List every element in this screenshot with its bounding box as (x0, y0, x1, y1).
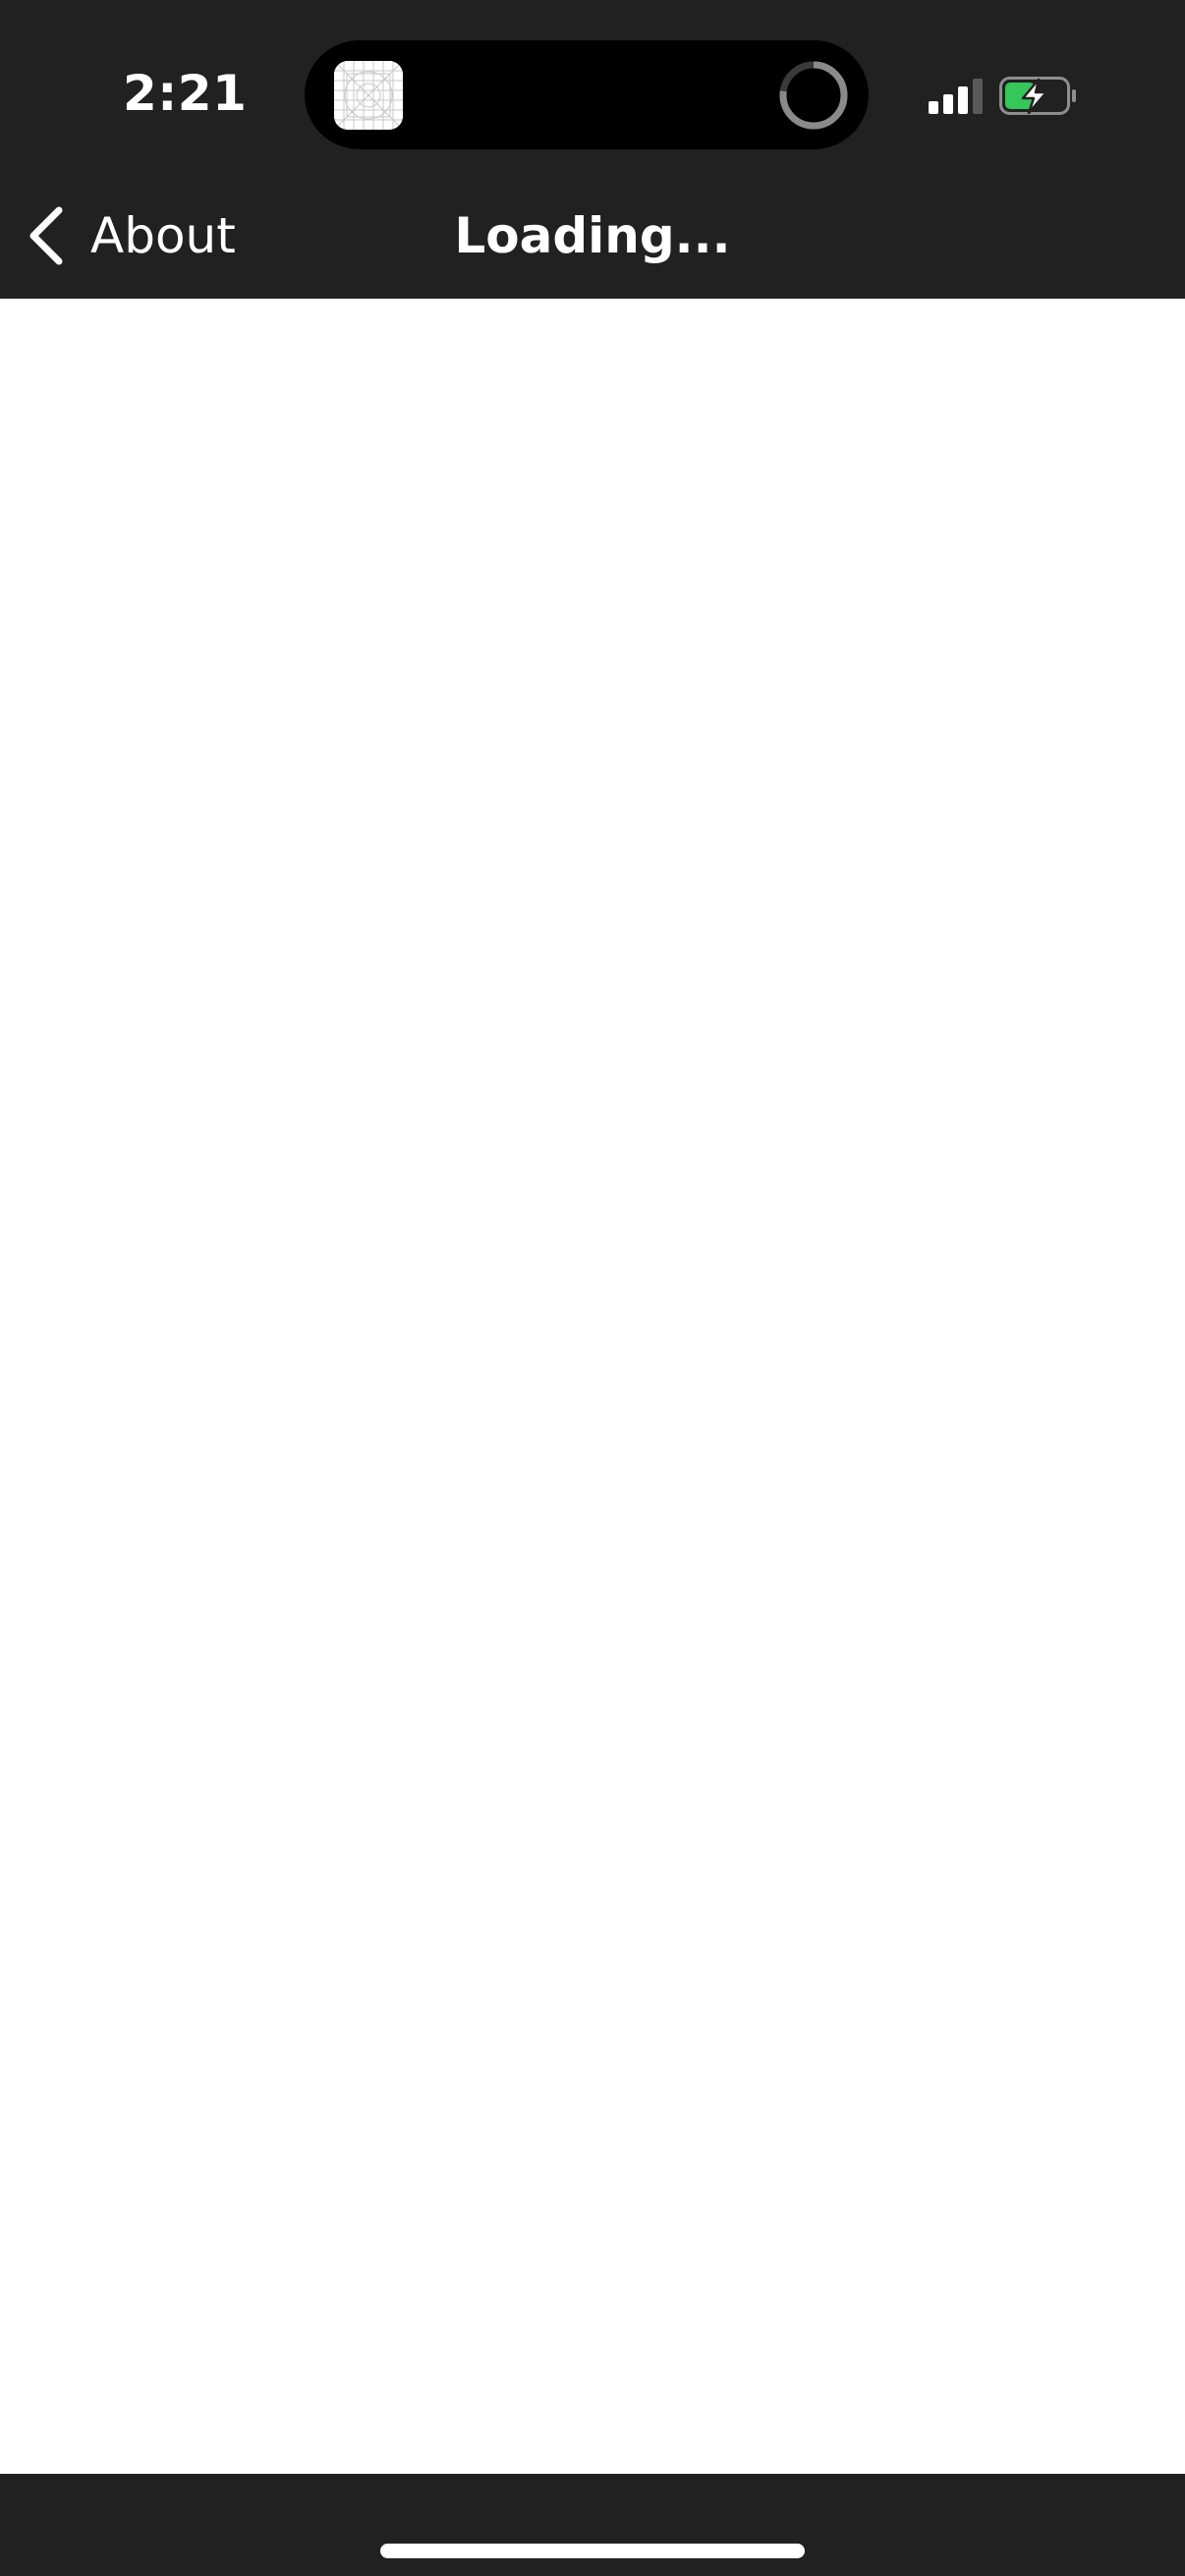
status-bar: 2:21 (0, 0, 1185, 177)
dynamic-island[interactable] (305, 40, 869, 149)
home-indicator[interactable] (380, 2544, 805, 2558)
progress-ring-icon (779, 61, 848, 130)
page-title: Loading... (454, 207, 731, 264)
status-time: 2:21 (123, 65, 248, 122)
cellular-signal-icon (929, 79, 983, 114)
battery-charging-icon (999, 77, 1076, 115)
web-content (0, 299, 1185, 2474)
navigation-bar: About Loading... (0, 177, 1185, 299)
app-placeholder-icon (334, 61, 403, 130)
bottom-bar (0, 2474, 1185, 2576)
